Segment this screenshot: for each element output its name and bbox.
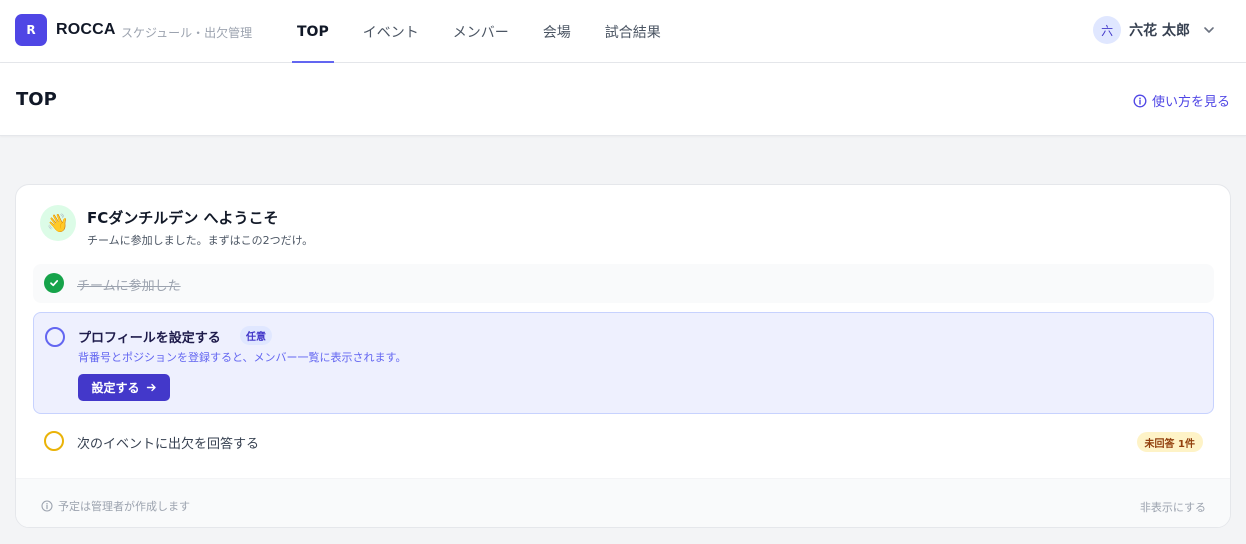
- chevron-down-icon: [1204, 27, 1214, 33]
- step-profile-title: プロフィールを設定する: [78, 331, 221, 346]
- user-menu[interactable]: 六 六花 太郎: [1093, 16, 1216, 44]
- nav-item-venues[interactable]: 会場: [526, 0, 588, 63]
- hide-link[interactable]: 非表示にする: [1140, 499, 1206, 515]
- top-navbar: R ROCCA スケジュール・出欠管理 TOP イベント メンバー 会場 試合結…: [0, 0, 1246, 63]
- unanswered-badge: 未回答 1件: [1136, 432, 1203, 452]
- footer-note: 予定は管理者が作成します: [41, 498, 190, 514]
- app-name[interactable]: ROCCA: [56, 21, 116, 39]
- welcome-title: FCダンチルデン へようこそ: [87, 209, 279, 227]
- app-subtitle: スケジュール・出欠管理: [121, 26, 253, 40]
- empty-circle-icon: [44, 431, 64, 451]
- welcome-subtitle: チームに参加しました。まずはこの2つだけ。: [87, 234, 314, 247]
- step-profile-setup: プロフィールを設定する 任意 背番号とポジションを登録すると、メンバー一覧に表示…: [33, 312, 1214, 414]
- step-profile-description: 背番号とポジションを登録すると、メンバー一覧に表示されます。: [78, 351, 407, 364]
- page-header: TOP 使い方を見る: [0, 63, 1246, 136]
- info-icon: [1133, 94, 1147, 107]
- main-nav: TOP イベント メンバー 会場 試合結果: [280, 0, 678, 63]
- page-title: TOP: [16, 89, 57, 110]
- help-link-label: 使い方を見る: [1151, 95, 1230, 110]
- nav-item-events[interactable]: イベント: [346, 0, 436, 63]
- nav-item-top[interactable]: TOP: [280, 0, 346, 63]
- card-footer: 予定は管理者が作成します 非表示にする: [16, 478, 1230, 527]
- setup-profile-button-label: 設定する: [91, 381, 140, 395]
- step-join-team: チームに参加した: [33, 264, 1214, 303]
- arrow-right-icon: [146, 383, 156, 392]
- setup-profile-button[interactable]: 設定する: [78, 374, 170, 401]
- nav-item-match-results[interactable]: 試合結果: [588, 0, 678, 63]
- check-circle-icon: [44, 273, 64, 293]
- app-logo[interactable]: R: [15, 14, 47, 46]
- optional-tag: 任意: [240, 326, 272, 345]
- user-name: 六花 太郎: [1129, 23, 1190, 39]
- nav-item-members[interactable]: メンバー: [436, 0, 526, 63]
- help-link[interactable]: 使い方を見る: [1133, 91, 1230, 110]
- footer-note-text: 予定は管理者が作成します: [58, 500, 190, 513]
- empty-circle-icon: [45, 327, 65, 347]
- step-join-team-label: チームに参加した: [77, 279, 181, 294]
- info-icon: [41, 500, 53, 512]
- avatar: 六: [1093, 16, 1122, 44]
- step-respond-label: 次のイベントに出欠を回答する: [77, 437, 260, 452]
- onboarding-card: 👋 FCダンチルデン へようこそ チームに参加しました。まずはこの2つだけ。 チ…: [15, 184, 1231, 528]
- step-respond-attendance[interactable]: 次のイベントに出欠を回答する 未回答 1件: [33, 423, 1214, 461]
- waving-hand-icon: 👋: [40, 205, 76, 241]
